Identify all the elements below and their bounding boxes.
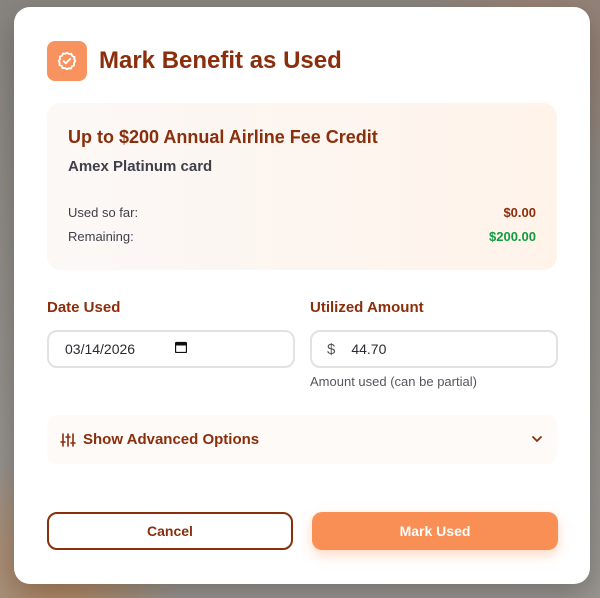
benefit-name: Up to $200 Annual Airline Fee Credit xyxy=(68,127,378,147)
date-used-label: Date Used xyxy=(47,299,121,316)
utilized-amount-input[interactable]: $ 44.70 xyxy=(310,330,558,368)
remaining-label: Remaining: xyxy=(68,229,134,244)
remaining-value: $200.00 xyxy=(489,229,536,244)
amount-hint: Amount used (can be partial) xyxy=(310,374,477,389)
dialog-title: Mark Benefit as Used xyxy=(99,47,342,74)
cancel-button[interactable]: Cancel xyxy=(47,512,293,550)
calendar-icon[interactable] xyxy=(175,341,187,353)
sliders-icon xyxy=(60,432,76,447)
utilized-amount-label: Utilized Amount xyxy=(310,299,424,316)
used-so-far-value: $0.00 xyxy=(503,205,536,220)
used-so-far-row: Used so far: $0.00 xyxy=(68,205,536,220)
mark-used-button[interactable]: Mark Used xyxy=(312,512,558,550)
advanced-options-label: Show Advanced Options xyxy=(83,431,260,448)
advanced-options-toggle[interactable]: Show Advanced Options xyxy=(47,415,557,464)
remaining-row: Remaining: $200.00 xyxy=(68,229,536,244)
currency-symbol: $ xyxy=(327,340,336,358)
dialog-header: Mark Benefit as Used xyxy=(47,41,342,81)
benefit-summary-card: Up to $200 Annual Airline Fee Credit Ame… xyxy=(47,103,557,270)
date-used-value: 03/14/2026 xyxy=(65,341,136,357)
utilized-amount-value: 44.70 xyxy=(351,341,387,357)
card-name: Amex Platinum card xyxy=(68,158,213,175)
chevron-down-icon xyxy=(532,436,542,442)
badge-check-icon xyxy=(47,41,87,81)
used-so-far-label: Used so far: xyxy=(68,205,139,220)
mark-benefit-dialog: Mark Benefit as Used Up to $200 Annual A… xyxy=(14,7,590,584)
date-used-input[interactable]: 03/14/2026 xyxy=(47,330,295,368)
